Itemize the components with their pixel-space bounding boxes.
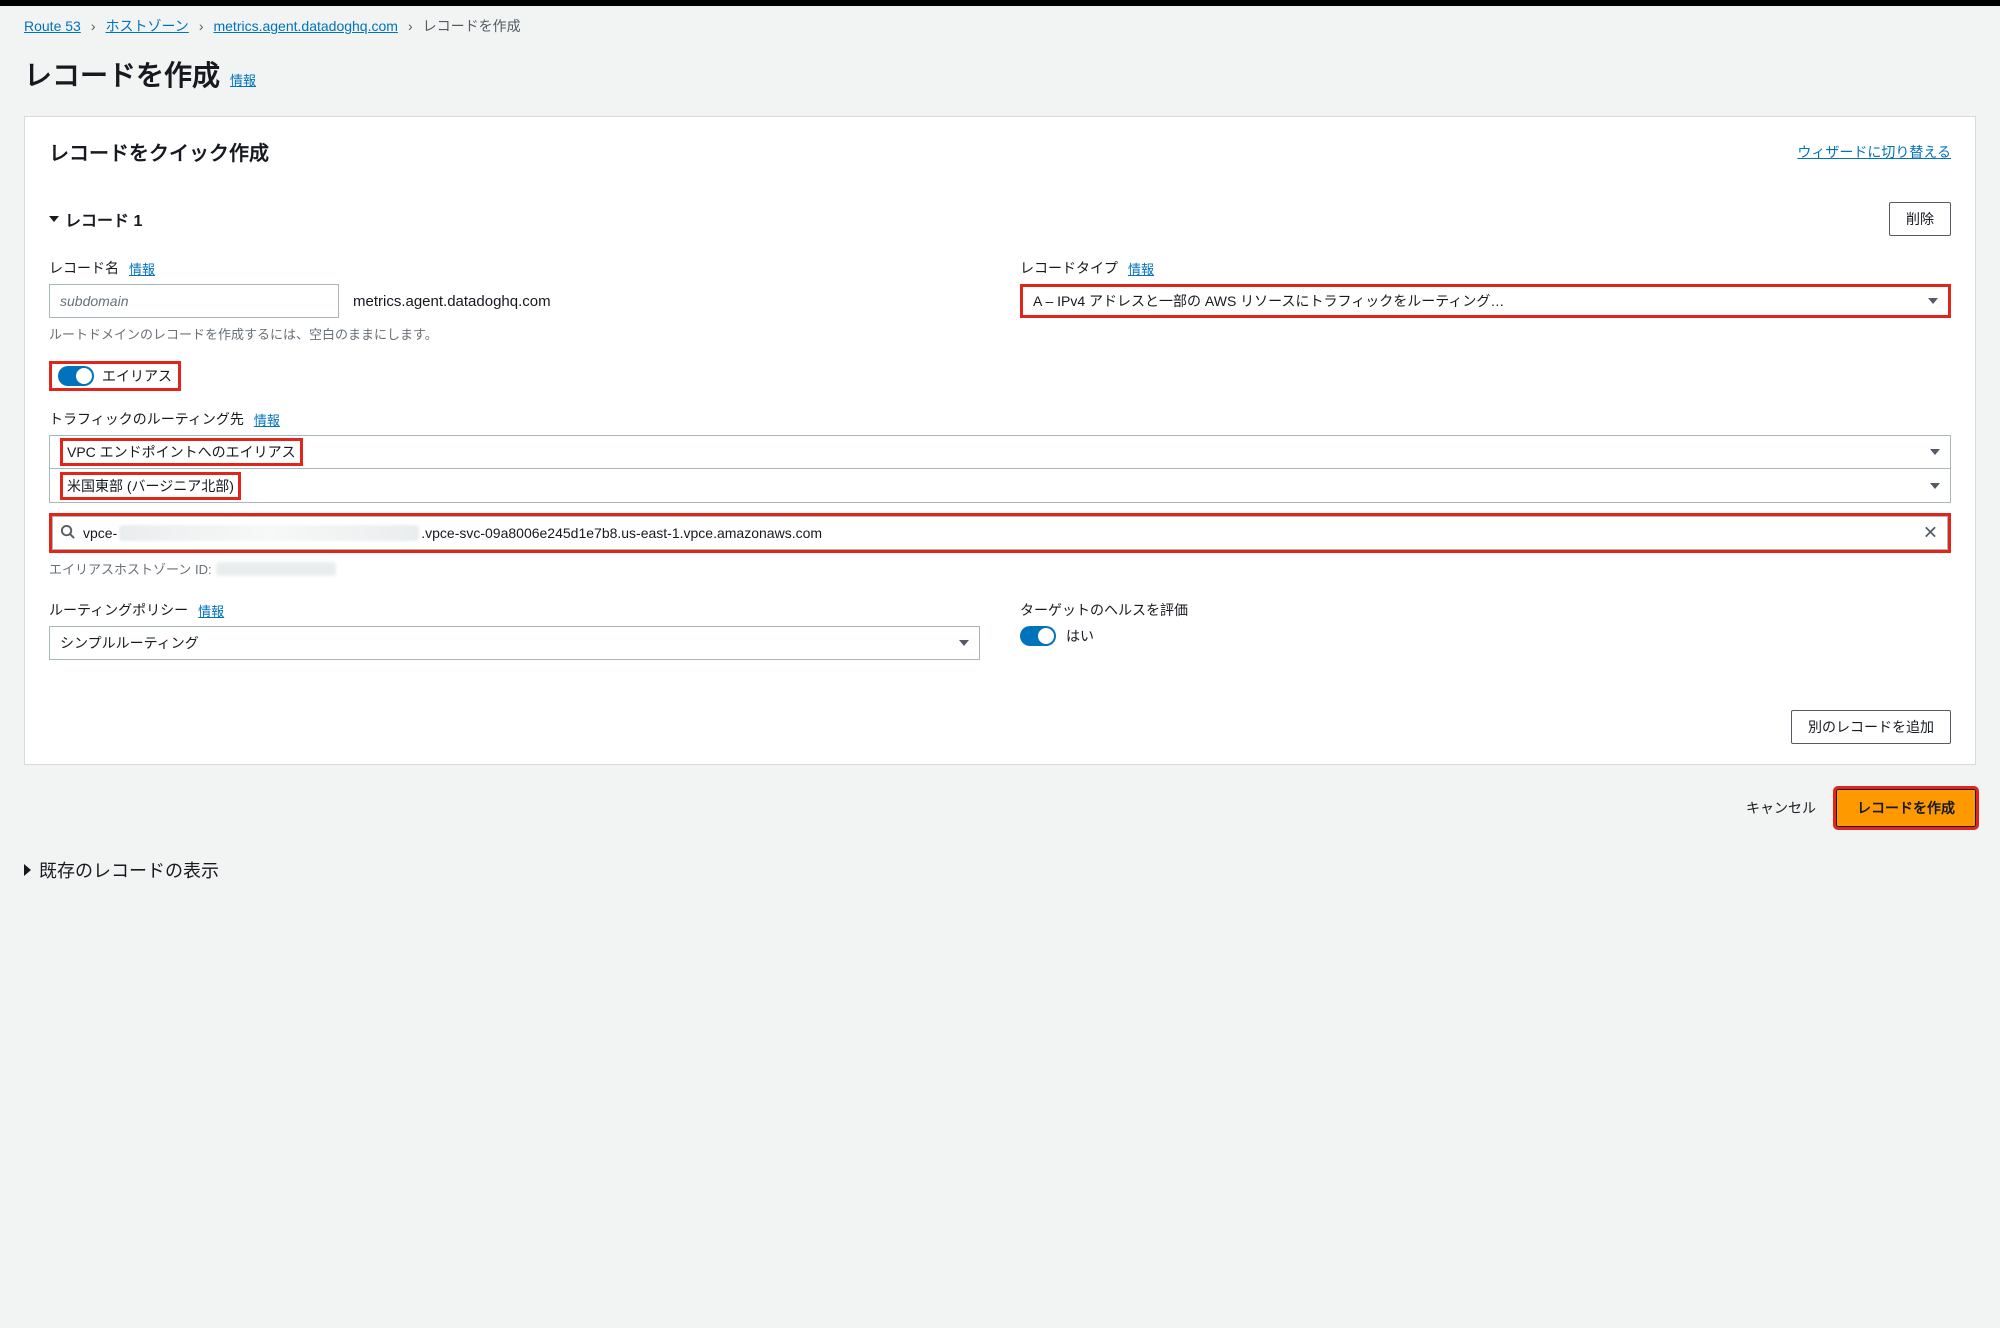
record-type-label: レコードタイプ bbox=[1020, 258, 1118, 278]
endpoint-id-redacted bbox=[119, 525, 419, 541]
info-link[interactable]: 情報 bbox=[254, 410, 280, 429]
hosted-zone-id-value-redacted bbox=[216, 562, 336, 576]
add-another-record-button[interactable]: 別のレコードを追加 bbox=[1791, 710, 1951, 744]
record-name-label: レコード名 bbox=[49, 258, 119, 278]
hosted-zone-id-label: エイリアスホストゾーン ID: bbox=[49, 559, 212, 578]
caret-down-icon bbox=[1928, 298, 1938, 304]
switch-to-wizard-link[interactable]: ウィザードに切り替える bbox=[1797, 142, 1951, 162]
cancel-button[interactable]: キャンセル bbox=[1746, 798, 1816, 818]
evaluate-health-value: はい bbox=[1066, 626, 1094, 646]
record-type-select[interactable]: A – IPv4 アドレスと一部の AWS リソースにトラフィックをルーティング… bbox=[1020, 284, 1951, 318]
page-title: レコードを作成 bbox=[24, 54, 220, 94]
caret-down-icon bbox=[1930, 449, 1940, 455]
record-name-input[interactable] bbox=[49, 284, 339, 318]
breadcrumb-current: レコードを作成 bbox=[423, 16, 521, 36]
chevron-right-icon: › bbox=[91, 18, 96, 34]
region-select[interactable]: 米国東部 (バージニア北部) bbox=[49, 469, 1951, 503]
endpoint-input[interactable]: vpce- .vpce-svc-09a8006e245d1e7b8.us-east… bbox=[52, 516, 1948, 550]
existing-records-toggle[interactable]: 既存のレコードの表示 bbox=[24, 857, 1976, 883]
info-link[interactable]: 情報 bbox=[1128, 259, 1154, 278]
evaluate-health-label: ターゲットのヘルスを評価 bbox=[1020, 600, 1188, 620]
breadcrumb-root[interactable]: Route 53 bbox=[24, 18, 81, 34]
routing-policy-value: シンプルルーティング bbox=[60, 633, 199, 653]
search-icon bbox=[60, 524, 75, 542]
existing-records-label: 既存のレコードの表示 bbox=[39, 857, 219, 883]
caret-right-icon bbox=[24, 864, 31, 876]
record-type-value: A – IPv4 アドレスと一部の AWS リソースにトラフィックをルーティング… bbox=[1033, 291, 1504, 311]
alias-toggle[interactable] bbox=[58, 366, 94, 386]
record-name-field: レコード名 情報 metrics.agent.datadoghq.com ルート… bbox=[49, 258, 980, 343]
alias-highlight: エイリアス bbox=[49, 361, 181, 391]
caret-down-icon bbox=[959, 640, 969, 646]
traffic-target-label: トラフィックのルーティング先 bbox=[49, 409, 244, 429]
create-record-button[interactable]: レコードを作成 bbox=[1836, 789, 1976, 827]
endpoint-prefix: vpce- bbox=[83, 525, 117, 541]
breadcrumb-domain[interactable]: metrics.agent.datadoghq.com bbox=[213, 18, 397, 34]
delete-button[interactable]: 削除 bbox=[1889, 202, 1951, 236]
clear-icon[interactable]: ✕ bbox=[1923, 523, 1938, 544]
record-1-section: レコード 1 削除 レコード名 情報 metrics.agent.datadog… bbox=[49, 202, 1951, 744]
routing-policy-label: ルーティングポリシー bbox=[49, 600, 188, 620]
caret-down-icon bbox=[49, 216, 59, 222]
record-name-suffix: metrics.agent.datadoghq.com bbox=[353, 293, 551, 310]
breadcrumb: Route 53 › ホストゾーン › metrics.agent.datado… bbox=[24, 6, 1976, 40]
routing-policy-select[interactable]: シンプルルーティング bbox=[49, 626, 980, 660]
info-link[interactable]: 情報 bbox=[230, 70, 256, 89]
routing-policy-field: ルーティングポリシー 情報 シンプルルーティング bbox=[49, 600, 980, 660]
region-value: 米国東部 (バージニア北部) bbox=[60, 472, 241, 500]
info-link[interactable]: 情報 bbox=[129, 259, 155, 278]
record-type-field: レコードタイプ 情報 A – IPv4 アドレスと一部の AWS リソースにトラ… bbox=[1020, 258, 1951, 343]
evaluate-health-field: ターゲットのヘルスを評価 はい bbox=[1020, 600, 1951, 660]
record-1-heading: レコード 1 bbox=[65, 207, 142, 231]
alias-label: エイリアス bbox=[102, 366, 172, 386]
chevron-right-icon: › bbox=[199, 18, 204, 34]
quick-create-panel: レコードをクイック作成 ウィザードに切り替える レコード 1 削除 レコード bbox=[24, 116, 1976, 765]
chevron-right-icon: › bbox=[408, 18, 413, 34]
endpoint-search-wrap: vpce- .vpce-svc-09a8006e245d1e7b8.us-east… bbox=[49, 513, 1951, 553]
record-name-help: ルートドメインのレコードを作成するには、空白のままにします。 bbox=[49, 324, 980, 343]
caret-down-icon bbox=[1930, 483, 1940, 489]
breadcrumb-hosted-zones[interactable]: ホストゾーン bbox=[106, 16, 189, 36]
evaluate-health-toggle[interactable] bbox=[1020, 626, 1056, 646]
endpoint-suffix: .vpce-svc-09a8006e245d1e7b8.us-east-1.vp… bbox=[421, 525, 822, 541]
panel-title: レコードをクイック作成 bbox=[49, 137, 269, 166]
info-link[interactable]: 情報 bbox=[198, 601, 224, 620]
record-1-toggle[interactable]: レコード 1 bbox=[49, 207, 142, 231]
alias-target-value: VPC エンドポイントへのエイリアス bbox=[60, 438, 303, 466]
alias-target-select[interactable]: VPC エンドポイントへのエイリアス bbox=[49, 435, 1951, 469]
form-actions: キャンセル レコードを作成 bbox=[24, 765, 1976, 827]
